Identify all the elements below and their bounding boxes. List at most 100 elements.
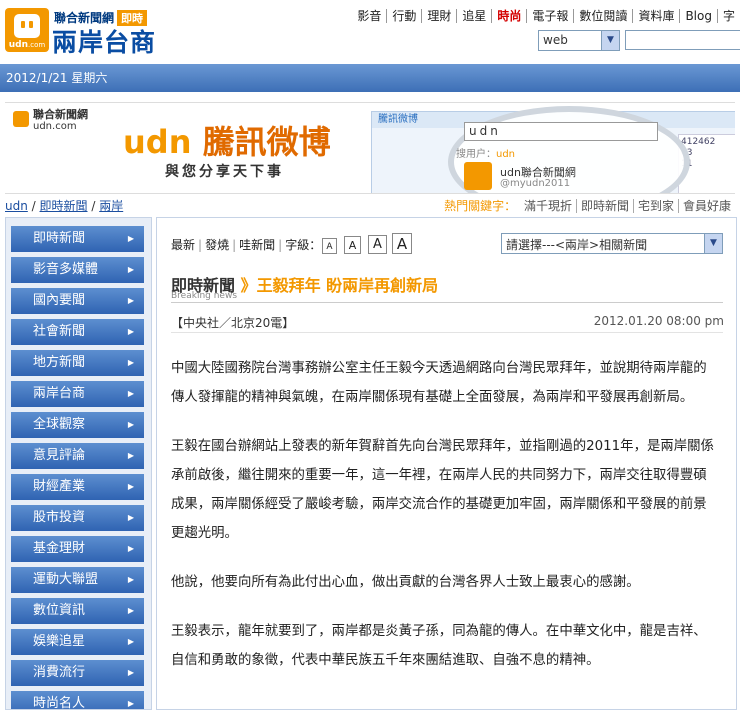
sidebar-item-label: 數位資訊	[33, 603, 86, 618]
sidebar-item-label: 消費流行	[33, 665, 86, 680]
sidebar-item-label: 地方新聞	[33, 355, 86, 370]
related-news-value: 請選擇---<兩岸>相關新聞	[506, 238, 648, 252]
font-size-m-button[interactable]: A	[368, 235, 387, 254]
toolbar-wow[interactable]: 哇新聞	[239, 238, 275, 252]
chevron-right-icon: ▶	[127, 668, 134, 677]
top-nav-item[interactable]: 理財	[421, 9, 457, 23]
weibo-search-user: 搜用户：udn	[456, 145, 515, 160]
chevron-down-icon[interactable]: ▼	[601, 31, 619, 50]
sidebar-item[interactable]: 財經產業 ▶	[11, 474, 144, 500]
chevron-right-icon: ▶	[127, 513, 134, 522]
udn-logo[interactable]: udn.com	[5, 8, 49, 52]
top-nav-item[interactable]: Blog	[679, 9, 717, 23]
font-size-s-button[interactable]: A	[344, 236, 361, 254]
breadcrumb-realtime[interactable]: 即時新聞	[40, 199, 88, 213]
chevron-right-icon: ▶	[127, 482, 134, 491]
tencent-weibo-banner[interactable]: 聯合新聞網 udn.com udn 騰訊微博 與您分享天下事 騰訊微博 4124…	[5, 102, 735, 194]
channel-title[interactable]: 兩岸台商	[52, 23, 156, 59]
font-size-l-glyph: A	[396, 235, 408, 253]
sidebar-item[interactable]: 影音多媒體 ▶	[11, 257, 144, 283]
weibo-search-value: udn	[469, 124, 501, 138]
banner-title-prefix: udn	[123, 123, 192, 161]
breadcrumb-udn[interactable]: udn	[5, 199, 28, 213]
banner-title-main: 騰訊	[202, 123, 267, 161]
font-size-xs-glyph: A	[326, 242, 333, 252]
related-news-select[interactable]: 請選擇---<兩岸>相關新聞 ▼	[501, 233, 723, 254]
chevron-right-icon: ▶	[127, 606, 134, 615]
chevron-right-icon: ▶	[127, 420, 134, 429]
top-nav-item[interactable]: 字	[716, 9, 740, 23]
article-paragraph: 他說，他要向所有為此付出心血，做出貢獻的台灣各界人士致上最衷心的感謝。	[171, 575, 640, 590]
sidebar-item-label: 兩岸台商	[33, 386, 86, 401]
udn-plug-icon	[14, 14, 40, 38]
hot-keyword[interactable]: 即時新聞	[575, 199, 633, 213]
sidebar-item-label: 全球觀察	[33, 417, 86, 432]
breadcrumb-crossstrait[interactable]: 兩岸	[99, 199, 123, 213]
hot-keywords-label: 熱門關鍵字：	[444, 199, 517, 213]
article-body: 中國大陸國務院台灣事務辦公室主任王毅今天透過網路向台灣民眾拜年，並說期待兩岸龍的…	[171, 354, 719, 695]
banner-org-domain: udn.com	[33, 121, 77, 132]
chevron-right-icon: ▶	[127, 699, 134, 708]
font-size-l-button[interactable]: A	[392, 233, 412, 254]
hot-keyword[interactable]: 會員好康	[677, 199, 735, 213]
sidebar-item[interactable]: 兩岸台商 ▶	[11, 381, 144, 407]
sidebar-item[interactable]: 基金理財 ▶	[11, 536, 144, 562]
top-nav-item[interactable]: 時尚	[491, 9, 527, 23]
weibo-user-label: 搜用户：	[456, 149, 496, 160]
chevron-right-icon: ▶	[127, 389, 134, 398]
chevron-right-icon: ▶	[127, 575, 134, 584]
sidebar-item[interactable]: 社會新聞 ▶	[11, 319, 144, 345]
chevron-right-icon: ▶	[127, 234, 134, 243]
sidebar-item[interactable]: 時尚名人 ▶	[11, 691, 144, 709]
chevron-right-icon: ▶	[127, 358, 134, 367]
chevron-down-icon[interactable]: ▼	[704, 234, 722, 253]
top-nav-item[interactable]: 資料庫	[632, 9, 680, 23]
sidebar-item-label: 運動大聯盟	[33, 572, 99, 587]
sidebar-item-label: 社會新聞	[33, 324, 86, 339]
search-engine-select[interactable]: web ▼	[538, 30, 620, 51]
hot-keyword[interactable]: 滿千現折	[520, 199, 576, 213]
top-nav-item[interactable]: 影音	[352, 9, 386, 23]
chevron-right-icon: ▶	[127, 327, 134, 336]
article-source: 【中央社／北京20電】	[171, 316, 295, 330]
logo-suffix: .com	[28, 41, 46, 49]
sidebar-item[interactable]: 全球觀察 ▶	[11, 412, 144, 438]
heading-divider	[171, 302, 723, 303]
left-nav: 即時新聞 ▶ 影音多媒體 ▶ 國內要聞 ▶ 社會新聞 ▶ 地方新聞 ▶ 兩岸台商 ▶ 全球觀察 ▶ 意見評論…	[5, 217, 152, 710]
sidebar-item-label: 即時新聞	[33, 231, 86, 246]
top-nav-item[interactable]: 行動	[386, 9, 422, 23]
chevron-right-icon: ▶	[127, 637, 134, 646]
banner-org: 聯合新聞網	[33, 108, 88, 121]
top-nav-item[interactable]: 電子報	[526, 9, 574, 23]
sidebar-item[interactable]: 消費流行 ▶	[11, 660, 144, 686]
sidebar-item-label: 娛樂追星	[33, 634, 86, 649]
sidebar-item[interactable]: 國內要聞 ▶	[11, 288, 144, 314]
toolbar-latest[interactable]: 最新	[171, 238, 195, 252]
banner-title: udn 騰訊微博	[123, 117, 331, 163]
article-paragraph: 中國大陸國務院台灣事務辦公室主任王毅今天透過網路向台灣民眾拜年，並說期待兩岸龍的…	[171, 361, 707, 405]
sidebar-item[interactable]: 娛樂追星 ▶	[11, 629, 144, 655]
sidebar-item[interactable]: 意見評論 ▶	[11, 443, 144, 469]
sidebar-item-label: 影音多媒體	[33, 262, 99, 277]
sidebar-item-label: 意見評論	[33, 448, 86, 463]
top-nav-item[interactable]: 追星	[456, 9, 492, 23]
toolbar-hot[interactable]: 發燒	[205, 238, 229, 252]
section-label-en: Breaking news	[171, 291, 238, 301]
avatar	[464, 162, 492, 190]
chevron-right-icon: ▶	[127, 544, 134, 553]
article-toolbar: 最新 | 發燒 | 哇新聞 | 字級：	[171, 238, 322, 252]
weibo-search-box: udn	[464, 122, 658, 141]
top-nav: 影音 行動 理財 追星 時尚 電子報 數位閱讀 資料庫 Blog 字	[352, 7, 740, 24]
search-input[interactable]	[625, 30, 740, 50]
weibo-user-value: udn	[496, 149, 516, 160]
sidebar-item[interactable]: 數位資訊 ▶	[11, 598, 144, 624]
sidebar-item-label: 基金理財	[33, 541, 86, 556]
sidebar-item[interactable]: 股市投資 ▶	[11, 505, 144, 531]
sidebar-item[interactable]: 運動大聯盟 ▶	[11, 567, 144, 593]
banner-title-suffix: 微博	[266, 123, 331, 161]
font-size-xs-button[interactable]: A	[322, 238, 337, 254]
sidebar-item[interactable]: 即時新聞 ▶	[11, 226, 144, 252]
top-nav-item[interactable]: 數位閱讀	[573, 9, 633, 23]
sidebar-item[interactable]: 地方新聞 ▶	[11, 350, 144, 376]
hot-keyword[interactable]: 宅到家	[632, 199, 678, 213]
